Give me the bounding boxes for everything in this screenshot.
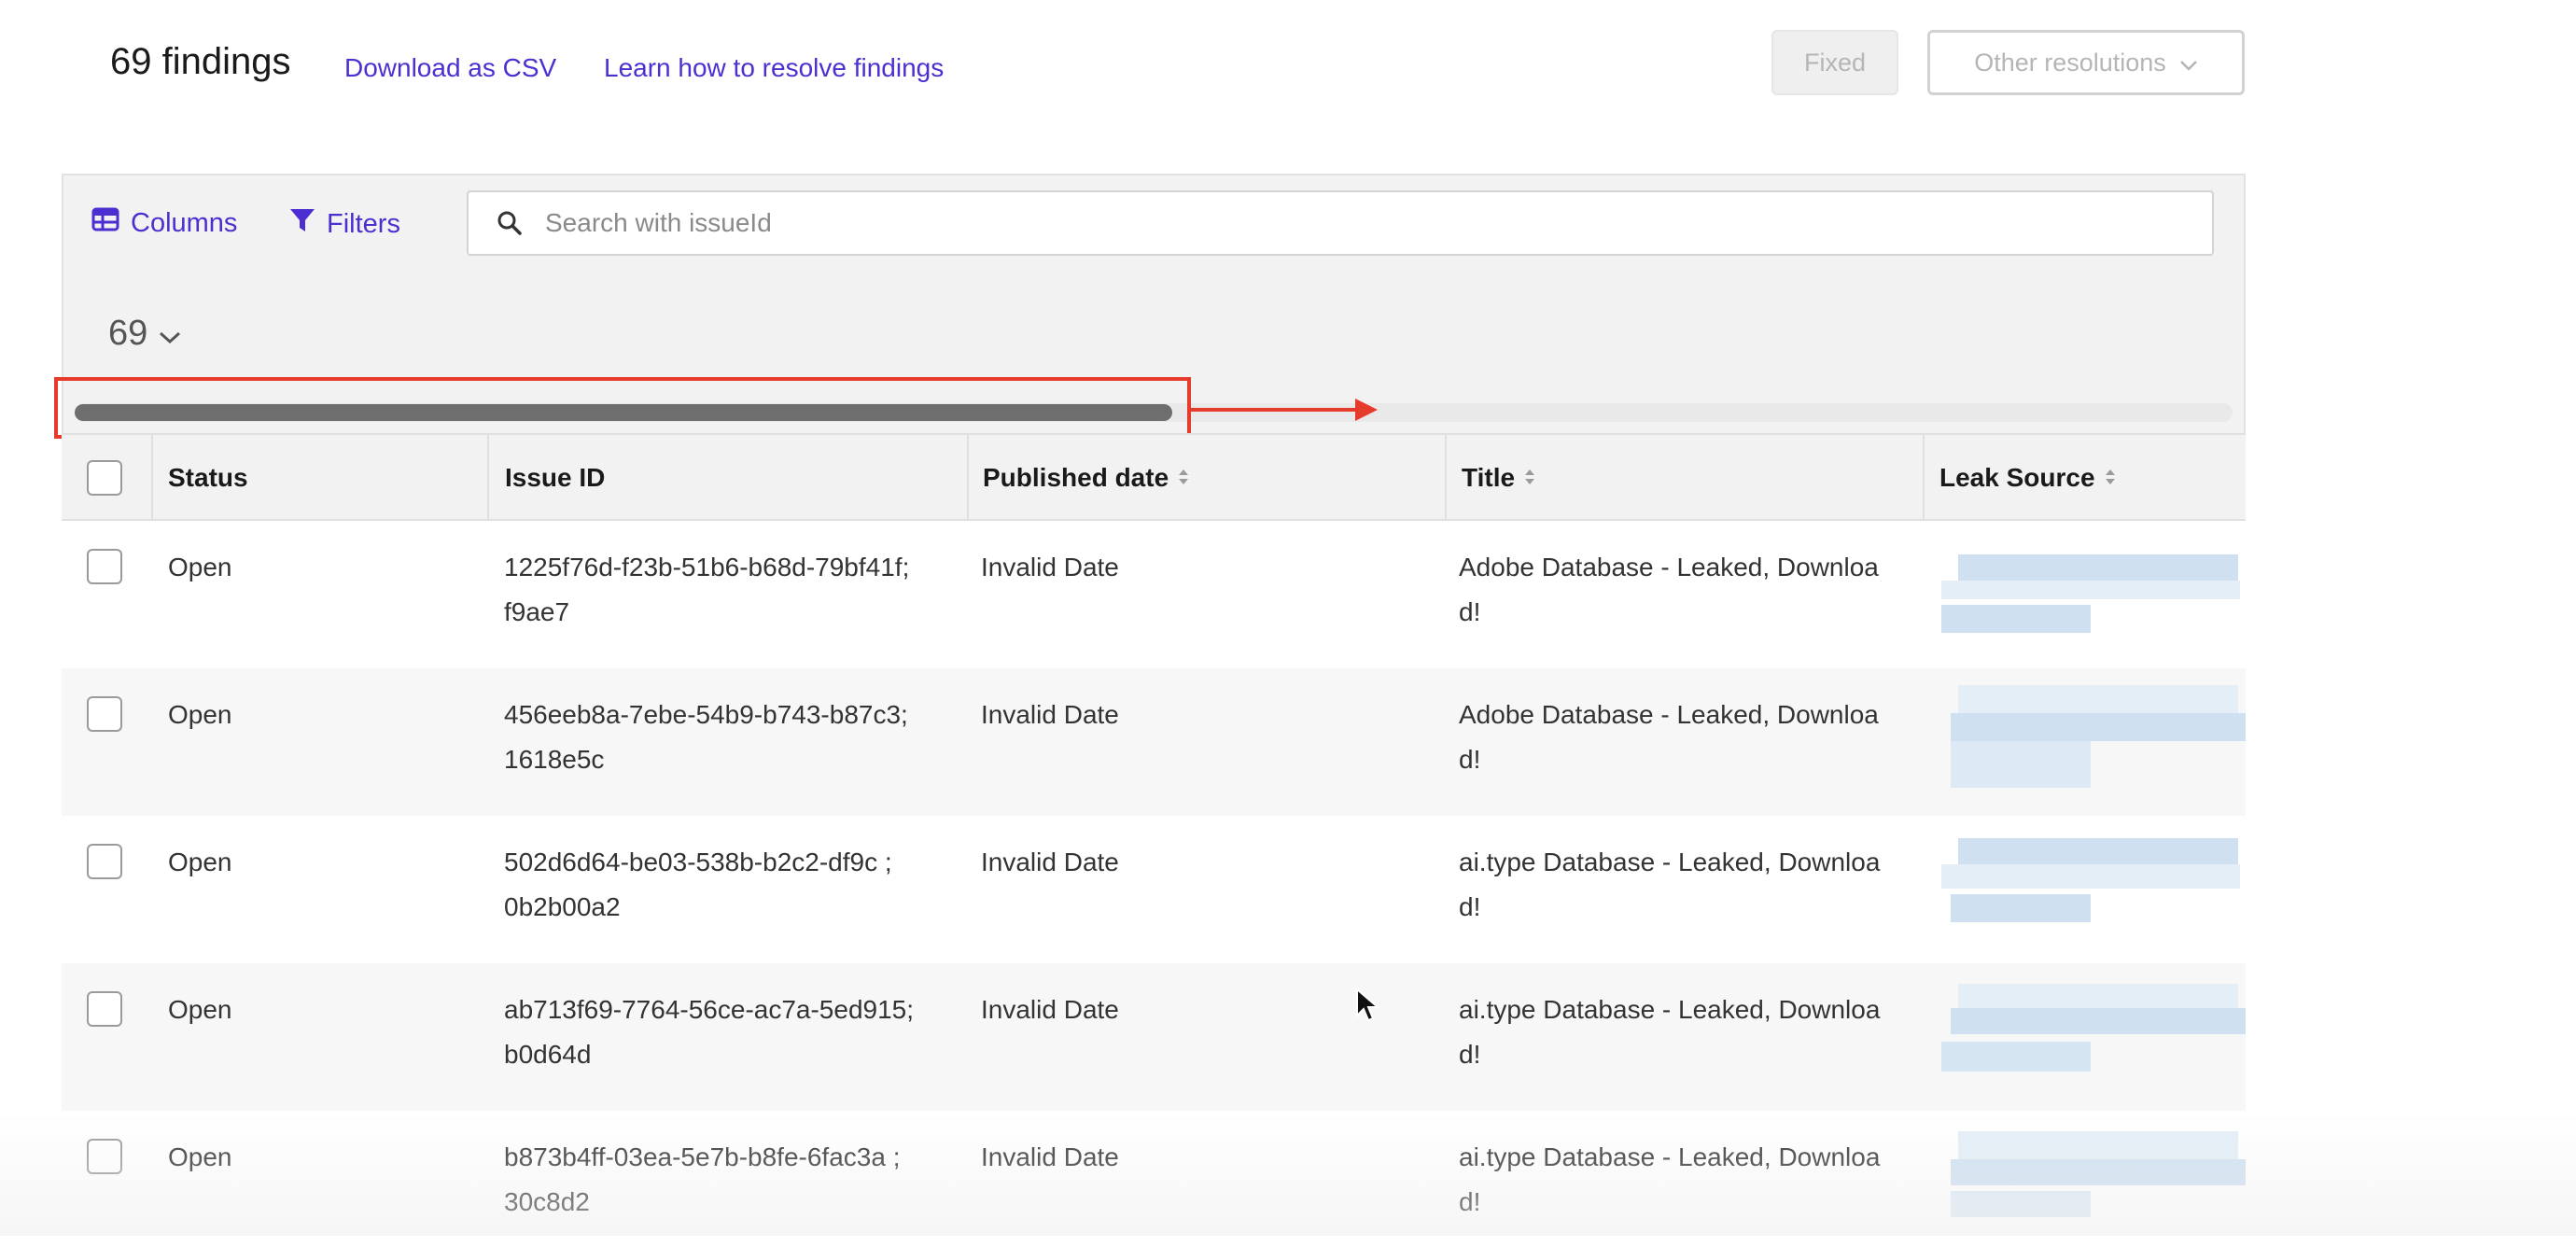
learn-resolve-findings-link[interactable]: Learn how to resolve findings: [604, 53, 944, 83]
column-header-leak-source[interactable]: Leak Source: [1939, 435, 2116, 521]
column-header-published-date[interactable]: Published date: [983, 435, 1189, 521]
published-date-cell: Invalid Date: [981, 995, 1119, 1024]
other-resolutions-label: Other resolutions: [1974, 48, 2166, 77]
sort-icon[interactable]: [1524, 463, 1535, 493]
search-icon: [497, 210, 523, 236]
leak-source-link-redacted[interactable]: [1941, 554, 2246, 633]
download-csv-link[interactable]: Download as CSV: [344, 53, 556, 83]
table-row[interactable]: Open ab713f69-7764-56ce-ac7a-5ed915; b0d6…: [62, 963, 2246, 1111]
annotation-highlight-box: [54, 377, 1191, 439]
page-size-selector[interactable]: 69: [108, 314, 181, 354]
title-cell: Adobe Database - Leaked, Downloa d!: [1459, 553, 1879, 626]
row-checkbox[interactable]: [87, 696, 122, 732]
fixed-button-label: Fixed: [1803, 48, 1867, 77]
status-cell: Open: [168, 848, 232, 876]
sort-icon[interactable]: [1178, 463, 1189, 493]
table-row[interactable]: Open 456eeb8a-7ebe-54b9-b743-b87c3; 1618e…: [62, 668, 2246, 816]
leak-source-link-redacted[interactable]: [1941, 984, 2246, 1081]
columns-label: Columns: [131, 207, 238, 238]
row-checkbox[interactable]: [87, 844, 122, 879]
row-checkbox[interactable]: [87, 549, 122, 584]
issue-id-cell: b873b4ff-03ea-5e7b-b8fe-6fac3a ; 30c8d2: [504, 1142, 901, 1216]
status-cell: Open: [168, 1142, 232, 1171]
status-cell: Open: [168, 995, 232, 1024]
published-date-cell: Invalid Date: [981, 1142, 1119, 1171]
title-cell: ai.type Database - Leaked, Downloa d!: [1459, 995, 1881, 1069]
column-header-status[interactable]: Status: [168, 435, 248, 521]
status-cell: Open: [168, 700, 232, 729]
mouse-cursor-icon: [1355, 987, 1380, 1028]
search-bar[interactable]: [467, 190, 2214, 256]
filters-label: Filters: [327, 208, 400, 239]
table-header: Status Issue ID Published date Title Lea…: [62, 433, 2246, 521]
row-checkbox[interactable]: [87, 1139, 122, 1174]
findings-table: Status Issue ID Published date Title Lea…: [62, 433, 2246, 1247]
search-input[interactable]: [543, 207, 2212, 239]
published-date-cell: Invalid Date: [981, 553, 1119, 581]
published-date-cell: Invalid Date: [981, 848, 1119, 876]
findings-count: 69 findings: [110, 41, 291, 82]
issue-id-cell: 502d6d64-be03-538b-b2c2-df9c ; 0b2b00a2: [504, 848, 892, 921]
title-cell: ai.type Database - Leaked, Downloa d!: [1459, 848, 1881, 921]
title-cell: ai.type Database - Leaked, Downloa d!: [1459, 1142, 1881, 1216]
leak-source-link-redacted[interactable]: [1941, 1131, 2246, 1228]
fixed-button[interactable]: Fixed: [1771, 30, 1898, 95]
column-divider: [967, 435, 969, 521]
leak-source-link-redacted[interactable]: [1941, 838, 2246, 932]
column-divider: [151, 435, 153, 521]
title-cell: Adobe Database - Leaked, Downloa d!: [1459, 700, 1879, 774]
issue-id-cell: 1225f76d-f23b-51b6-b68d-79bf41f; f9ae7: [504, 553, 910, 626]
page-size-value: 69: [108, 314, 148, 353]
table-columns-icon: [91, 207, 119, 239]
filters-button[interactable]: Filters: [289, 207, 400, 241]
column-divider: [487, 435, 489, 521]
table-row[interactable]: Open b873b4ff-03ea-5e7b-b8fe-6fac3a ; 30c…: [62, 1111, 2246, 1247]
issue-id-cell: 456eeb8a-7ebe-54b9-b743-b87c3; 1618e5c: [504, 700, 908, 774]
column-divider: [1445, 435, 1447, 521]
funnel-icon: [289, 207, 315, 241]
issue-id-cell: ab713f69-7764-56ce-ac7a-5ed915; b0d64d: [504, 995, 915, 1069]
row-checkbox[interactable]: [87, 991, 122, 1027]
leak-source-link-redacted[interactable]: [1941, 685, 2246, 790]
annotation-arrow-line: [1191, 408, 1357, 412]
column-header-issue-id[interactable]: Issue ID: [505, 435, 605, 521]
table-row[interactable]: Open 1225f76d-f23b-51b6-b68d-79bf41f; f9a…: [62, 521, 2246, 668]
published-date-cell: Invalid Date: [981, 700, 1119, 729]
sort-icon[interactable]: [2105, 463, 2116, 493]
columns-button[interactable]: Columns: [91, 207, 237, 239]
status-cell: Open: [168, 553, 232, 581]
annotation-arrow-head: [1355, 399, 1378, 421]
chevron-down-icon: [159, 314, 181, 354]
column-divider: [1923, 435, 1925, 521]
column-header-title[interactable]: Title: [1462, 435, 1535, 521]
table-row[interactable]: Open 502d6d64-be03-538b-b2c2-df9c ; 0b2b0…: [62, 816, 2246, 963]
select-all-checkbox[interactable]: [87, 460, 122, 496]
other-resolutions-dropdown[interactable]: Other resolutions: [1927, 30, 2245, 95]
chevron-down-icon: [2179, 49, 2198, 77]
